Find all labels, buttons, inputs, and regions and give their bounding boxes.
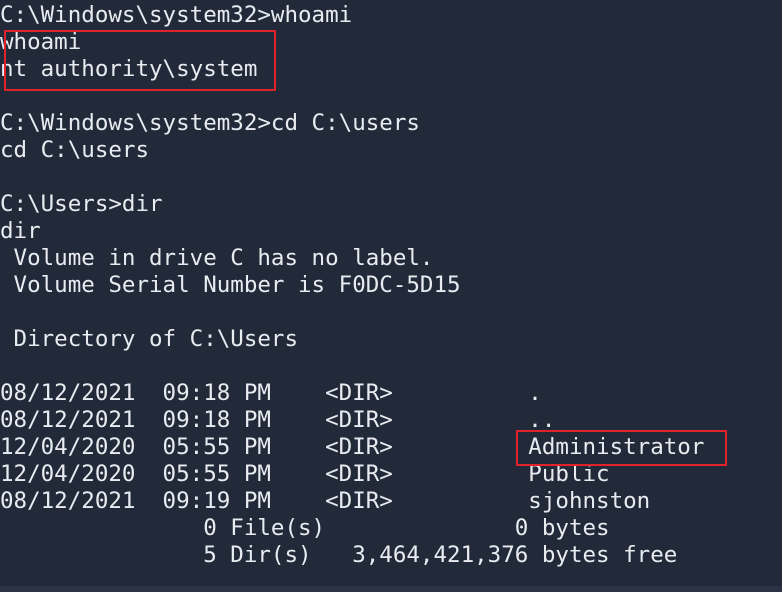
volume-label-line: Volume in drive C has no label. [0,245,434,271]
whoami-output: nt authority\system [0,56,258,82]
bottom-border [0,586,782,592]
dir-entry-public: 12/04/2020 05:55 PM <DIR> Public [0,461,610,487]
echo-cd: cd C:\users [0,137,150,163]
file-count-summary: 0 File(s) 0 bytes [0,515,610,541]
directory-of-line: Directory of C:\Users [0,326,299,352]
echo-dir: dir [0,218,41,244]
terminal-window[interactable]: C:\Windows\system32>whoami whoami nt aut… [0,0,782,592]
dir-entry-sjohnston: 08/12/2021 09:19 PM <DIR> sjohnston [0,488,651,514]
echo-whoami: whoami [0,29,82,55]
dir-entry-parent: 08/12/2021 09:18 PM <DIR> .. [0,407,556,433]
volume-serial-line: Volume Serial Number is F0DC-5D15 [0,272,461,298]
prompt-dir: C:\Users>dir [0,191,163,217]
prompt-whoami: C:\Windows\system32>whoami [0,2,353,28]
dir-entry-current: 08/12/2021 09:18 PM <DIR> . [0,380,542,406]
dir-entry-administrator: 12/04/2020 05:55 PM <DIR> Administrator [0,434,705,460]
dir-count-summary: 5 Dir(s) 3,464,421,376 bytes free [0,542,678,568]
prompt-cd: C:\Windows\system32>cd C:\users [0,110,420,136]
